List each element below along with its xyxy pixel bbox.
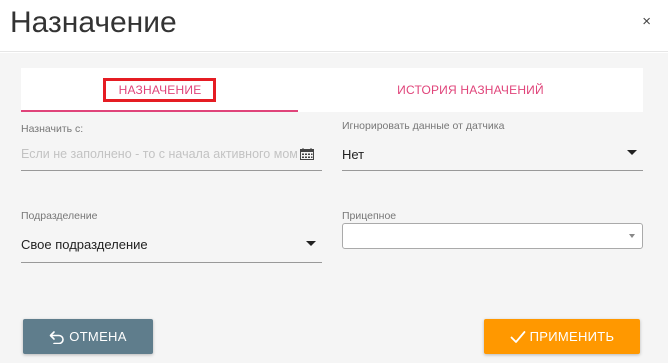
assign-from-label: Назначить с: xyxy=(21,123,84,135)
ignore-sensor-select[interactable]: Нет xyxy=(342,147,364,162)
assign-from-input[interactable]: Если не заполнено - то с начала активног… xyxy=(21,147,297,161)
assign-from-underline xyxy=(21,170,322,171)
trailer-select[interactable] xyxy=(342,223,643,249)
ignore-sensor-chevron-down-icon[interactable] xyxy=(627,150,637,155)
undo-arrow-icon xyxy=(49,330,65,344)
cancel-button[interactable]: ОТМЕНА xyxy=(23,319,153,354)
apply-button[interactable]: ПРИМЕНИТЬ xyxy=(484,319,640,354)
department-underline xyxy=(21,262,322,263)
department-chevron-down-icon[interactable] xyxy=(306,241,316,246)
trailer-chevron-down-icon xyxy=(629,234,635,238)
dialog-body: НАЗНАЧЕНИЕ ИСТОРИЯ НАЗНАЧЕНИЙ Назначить … xyxy=(0,53,668,363)
tab-assignment-history-label: ИСТОРИЯ НАЗНАЧЕНИЙ xyxy=(397,83,544,97)
cancel-button-label: ОТМЕНА xyxy=(69,329,127,344)
department-label: Подразделение xyxy=(21,210,98,222)
trailer-label: Прицепное xyxy=(342,210,397,222)
department-select[interactable]: Свое подразделение xyxy=(21,237,148,252)
tab-assignment-history[interactable]: ИСТОРИЯ НАЗНАЧЕНИЙ xyxy=(298,68,643,112)
tab-bar: НАЗНАЧЕНИЕ ИСТОРИЯ НАЗНАЧЕНИЙ xyxy=(21,68,643,112)
tab-assignment-label: НАЗНАЧЕНИЕ xyxy=(102,78,217,102)
dialog-title: Назначение xyxy=(10,6,177,39)
calendar-icon[interactable] xyxy=(300,148,314,160)
ignore-sensor-label: Игнорировать данные от датчика xyxy=(342,120,505,132)
apply-button-label: ПРИМЕНИТЬ xyxy=(529,329,615,344)
tab-assignment[interactable]: НАЗНАЧЕНИЕ xyxy=(21,68,298,112)
ignore-sensor-underline xyxy=(342,170,643,171)
dialog-header: Назначение × xyxy=(0,0,668,52)
checkmark-icon xyxy=(510,330,526,343)
active-tab-indicator xyxy=(21,110,298,112)
close-icon[interactable]: × xyxy=(642,14,651,29)
